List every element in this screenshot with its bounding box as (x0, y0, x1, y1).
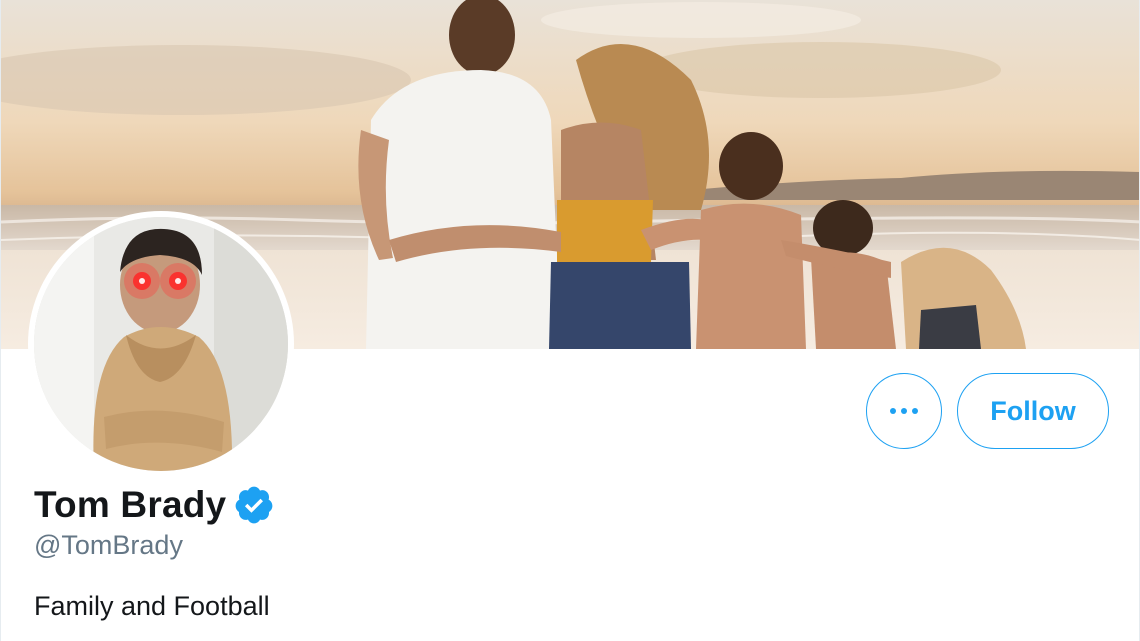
more-options-button[interactable] (866, 373, 942, 449)
profile-page: Follow Tom Brady @TomBrady Family and Fo… (0, 0, 1140, 641)
display-name: Tom Brady (34, 484, 227, 525)
more-horizontal-icon (890, 408, 918, 414)
follow-button-label: Follow (990, 395, 1076, 426)
follow-button[interactable]: Follow (957, 373, 1109, 449)
avatar-illustration (34, 217, 288, 471)
user-handle: @TomBrady (34, 530, 183, 560)
avatar-photo (34, 217, 288, 471)
display-name-row: Tom Brady (34, 480, 275, 530)
verified-badge-icon (233, 484, 275, 526)
profile-bio: Family and Football (34, 591, 270, 621)
profile-avatar[interactable] (28, 211, 294, 477)
